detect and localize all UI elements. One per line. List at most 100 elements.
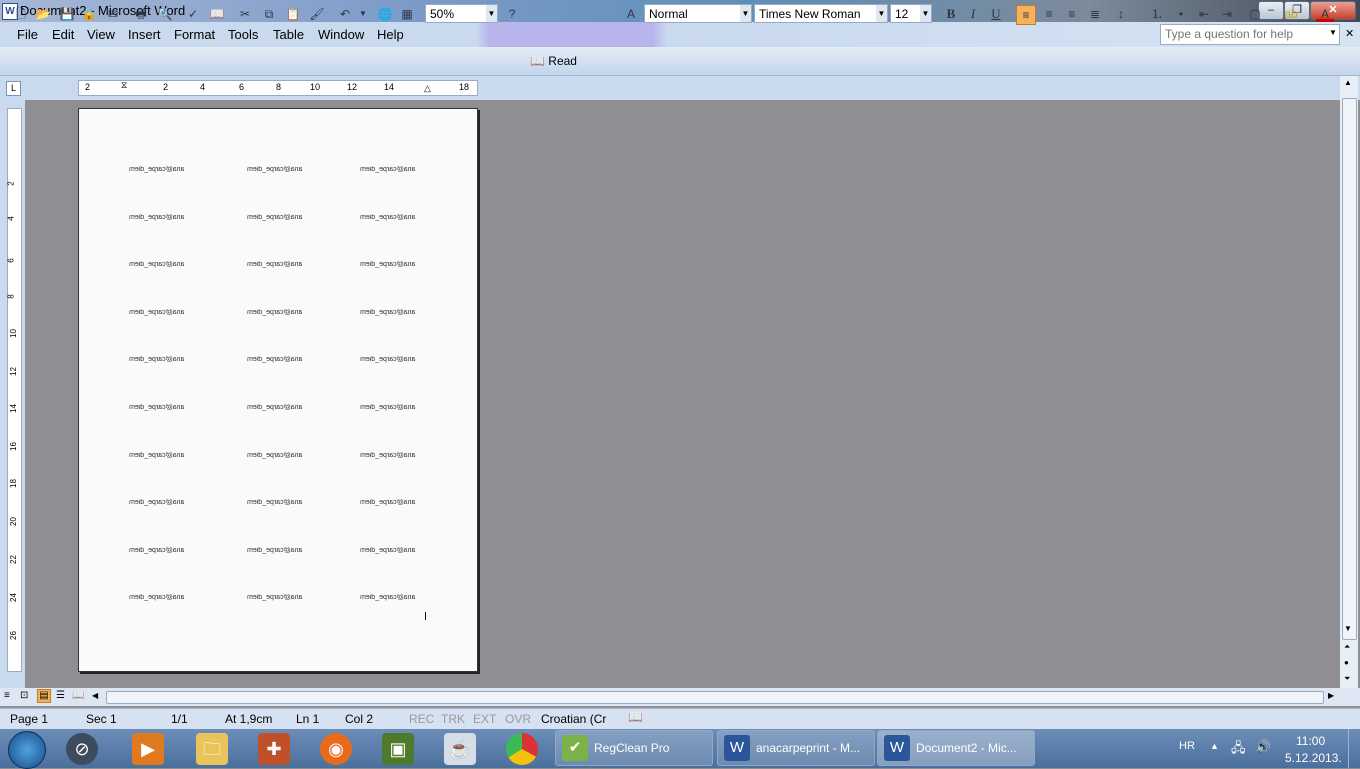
menu-help[interactable]: Help (377, 27, 404, 42)
line-spacing-icon[interactable]: ↕ (1112, 5, 1130, 23)
format-painter-icon[interactable]: 🖌 (308, 5, 326, 23)
left-indent-marker[interactable]: ⧖ (121, 80, 127, 91)
scroll-left-icon[interactable]: ◀ (92, 691, 98, 700)
help-icon[interactable]: ? (503, 5, 521, 23)
java-icon[interactable]: ☕ (444, 733, 476, 765)
read-button[interactable]: 📖 Read (530, 52, 600, 70)
menu-window[interactable]: Window (318, 27, 364, 42)
horizontal-ruler[interactable]: 2 2 4 6 8 10 12 14 18 ⧖ △ (78, 80, 478, 96)
zoom-combo[interactable]: 50% ▼ (425, 4, 498, 23)
scroll-right-icon[interactable]: ▶ (1328, 691, 1334, 700)
web-layout-icon[interactable]: ⊡ (20, 690, 28, 701)
permission-icon[interactable]: 🔒 (80, 5, 98, 23)
reading-layout-icon[interactable]: 📖 (72, 690, 84, 701)
close-document-icon[interactable]: ✕ (1345, 27, 1354, 40)
show-hidden-icons[interactable]: ▲ (1210, 741, 1219, 751)
menu-table[interactable]: Table (273, 27, 304, 42)
align-left-icon[interactable]: ≡ (1016, 5, 1036, 25)
print-icon[interactable]: 🖶 (132, 5, 150, 23)
input-language[interactable]: HR (1179, 740, 1195, 752)
spelling-icon[interactable]: ✓ (184, 5, 202, 23)
normal-view-icon[interactable]: ≡ (4, 690, 10, 701)
justify-icon[interactable]: ≣ (1086, 5, 1104, 23)
underline-icon[interactable]: U (987, 5, 1005, 23)
task-regclean[interactable]: ✔ RegClean Pro (555, 730, 713, 766)
cut-icon[interactable]: ✂ (236, 5, 254, 23)
prev-page-icon[interactable]: ⏶ (1344, 642, 1350, 652)
horizontal-scrollbar[interactable]: ≡ ⊡ ▤ ☰ 📖 ◀ ▶ (0, 688, 1360, 706)
tab-selector-icon[interactable]: L (6, 81, 21, 96)
print-layout-icon[interactable]: ▤ (37, 689, 51, 703)
media-player-icon[interactable]: ▶ (132, 733, 164, 765)
menu-format[interactable]: Format (174, 27, 215, 42)
undo-icon[interactable]: ↶ (336, 5, 354, 23)
firefox-icon[interactable]: ◉ (320, 733, 352, 765)
clock-date[interactable]: 5.12.2013. (1285, 751, 1342, 765)
menu-file[interactable]: File (17, 27, 38, 42)
right-indent-marker[interactable]: △ (424, 83, 431, 94)
help-search-input[interactable] (1165, 27, 1315, 41)
status-rec[interactable]: REC (409, 712, 434, 726)
table-icon[interactable]: ▦ (398, 5, 416, 23)
align-right-icon[interactable]: ≡ (1063, 5, 1081, 23)
spelling-status-icon[interactable]: 📖 (628, 710, 643, 724)
next-page-icon[interactable]: ⏷ (1344, 674, 1350, 684)
file-explorer-icon[interactable]: 🗀 (196, 733, 228, 765)
font-combo[interactable]: Times New Roman ▼ (754, 4, 888, 23)
copy-icon[interactable]: ⧉ (260, 5, 278, 23)
network-icon[interactable]: 🖧 (1231, 739, 1246, 761)
decrease-indent-icon[interactable]: ⇤ (1195, 5, 1213, 23)
task-anacarpeprint[interactable]: W anacarpeprint - M... (717, 730, 875, 766)
app-icon-1[interactable]: ⊘ (66, 733, 98, 765)
clock-time[interactable]: 11:00 (1296, 734, 1325, 748)
italic-icon[interactable]: I (964, 5, 982, 23)
browse-object-icon[interactable]: ● (1344, 658, 1349, 667)
email-icon[interactable]: ✉ (104, 5, 122, 23)
styles-pane-icon[interactable]: A (622, 5, 640, 23)
numbering-icon[interactable]: ⒈ (1148, 5, 1166, 23)
scroll-down-icon[interactable]: ▼ (1344, 624, 1352, 633)
vertical-scrollbar[interactable]: ▲ ▼ ⏶ ● ⏷ (1340, 76, 1358, 688)
status-trk[interactable]: TRK (441, 712, 465, 726)
status-ext[interactable]: EXT (473, 712, 496, 726)
align-center-icon[interactable]: ≡ (1040, 5, 1058, 23)
font-dropdown-icon[interactable]: ▼ (876, 5, 887, 22)
bullets-icon[interactable]: • (1172, 5, 1190, 23)
borders-icon[interactable]: ▢ (1246, 5, 1264, 23)
font-color-icon[interactable]: A (1316, 5, 1334, 22)
new-document-icon[interactable]: 🗋 (12, 5, 30, 23)
style-dropdown-icon[interactable]: ▼ (740, 5, 751, 22)
hscroll-thumb[interactable] (106, 691, 1324, 704)
status-language[interactable]: Croatian (Cr (541, 712, 606, 726)
increase-indent-icon[interactable]: ⇥ (1218, 5, 1236, 23)
save-icon[interactable]: 💾 (58, 5, 76, 23)
menu-tools[interactable]: Tools (228, 27, 258, 42)
bold-icon[interactable]: B (942, 5, 960, 23)
menu-insert[interactable]: Insert (128, 27, 161, 42)
menu-view[interactable]: View (87, 27, 115, 42)
volume-icon[interactable]: 🔊 (1255, 739, 1271, 755)
font-size-dropdown-icon[interactable]: ▼ (920, 5, 931, 22)
document-page[interactable]: ana@carpe_diem ana@carpe_diem ana@carpe_di… (78, 108, 478, 672)
minecraft-icon[interactable]: ▣ (382, 733, 414, 765)
research-icon[interactable]: 📖 (208, 5, 226, 23)
vertical-ruler[interactable]: 2 4 6 8 10 12 14 16 18 20 22 24 26 (7, 108, 22, 672)
paste-icon[interactable]: 📋 (284, 5, 302, 23)
show-desktop-button[interactable] (1348, 729, 1360, 768)
zoom-dropdown-icon[interactable]: ▼ (486, 5, 497, 22)
status-ovr[interactable]: OVR (505, 712, 531, 726)
scroll-up-icon[interactable]: ▲ (1344, 78, 1352, 87)
open-folder-icon[interactable]: 📂 (34, 5, 52, 23)
menu-edit[interactable]: Edit (52, 27, 74, 42)
highlight-icon[interactable]: ab (1282, 5, 1300, 23)
outline-view-icon[interactable]: ☰ (56, 690, 65, 701)
chrome-icon[interactable] (506, 733, 538, 765)
start-button[interactable] (8, 731, 46, 769)
scroll-thumb[interactable] (1342, 98, 1357, 640)
hyperlink-icon[interactable]: 🌐 (376, 5, 394, 23)
task-document2[interactable]: W Document2 - Mic... (877, 730, 1035, 766)
help-dropdown-icon[interactable]: ▼ (1329, 28, 1337, 37)
style-combo[interactable]: Normal ▼ (644, 4, 752, 23)
print-preview-icon[interactable]: 🔍 (156, 5, 174, 23)
toolbox-icon[interactable]: ✚ (258, 733, 290, 765)
